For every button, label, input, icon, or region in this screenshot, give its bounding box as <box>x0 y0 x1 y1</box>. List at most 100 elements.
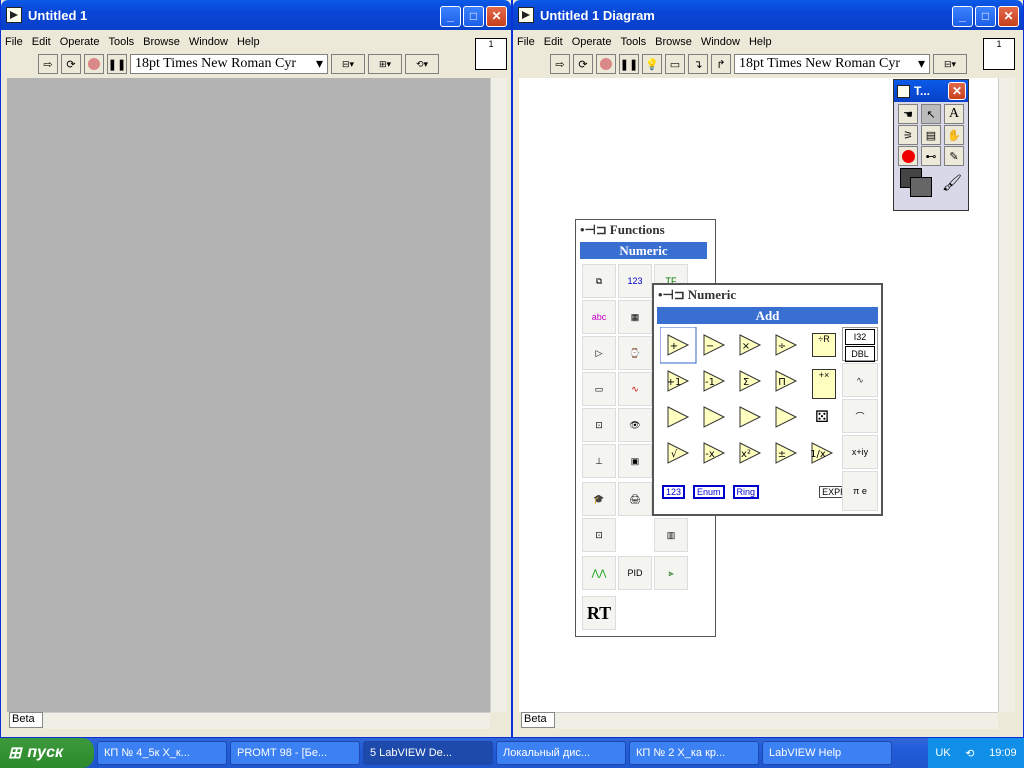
quotient-remainder-icon[interactable]: ÷R <box>812 333 836 357</box>
minimize-button[interactable]: _ <box>440 6 461 27</box>
string-category-icon[interactable]: abc <box>582 300 616 334</box>
close-button[interactable]: ✕ <box>998 6 1019 27</box>
align-objects-icon[interactable]: ⊟▾ <box>933 54 967 74</box>
taskbar-item[interactable]: КП № 4_5к Х_к... <box>97 741 227 765</box>
operate-hand-icon[interactable]: ☚ <box>898 104 918 124</box>
pushpin-icon[interactable]: •⊣⊐ <box>580 222 607 238</box>
shortcut-menu-icon[interactable]: ▤ <box>921 125 941 145</box>
front-panel-canvas[interactable] <box>7 78 490 712</box>
analyze-category-icon[interactable]: ▥ <box>654 518 688 552</box>
front-panel-vscrollbar[interactable] <box>490 78 507 712</box>
step-into-icon[interactable]: ↴ <box>688 54 708 74</box>
breakpoint-icon[interactable] <box>898 146 918 166</box>
menu-browse[interactable]: Browse <box>143 36 180 48</box>
menu-help[interactable]: Help <box>749 36 772 48</box>
signal-processing-category-icon[interactable]: ⫸ <box>654 556 688 590</box>
probe-icon[interactable]: ⊷ <box>921 146 941 166</box>
menu-window[interactable]: Window <box>701 36 740 48</box>
taskbar-item[interactable]: Локальный дис... <box>496 741 626 765</box>
color-copy-icon[interactable]: ✎ <box>944 146 964 166</box>
wiring-spool-icon[interactable]: ⚞ <box>898 125 918 145</box>
scroll-hand-icon[interactable]: ✋ <box>944 125 964 145</box>
instrument-io-category-icon[interactable]: ⊡ <box>582 408 616 442</box>
run-continuous-icon[interactable]: ⟳ <box>573 54 593 74</box>
close-button[interactable]: ✕ <box>486 6 507 27</box>
comparison-category-icon[interactable]: ▷ <box>582 336 616 370</box>
taskbar-item[interactable]: КП № 2 Х_ка кр... <box>629 741 759 765</box>
close-button[interactable]: ✕ <box>948 82 966 100</box>
menu-file[interactable]: File <box>5 36 23 48</box>
language-indicator[interactable]: UK <box>935 747 950 759</box>
run-arrow-icon[interactable]: ⇨ <box>550 54 570 74</box>
front-panel-titlebar[interactable]: Untitled 1 _ □ ✕ <box>1 0 511 30</box>
menu-operate[interactable]: Operate <box>572 36 612 48</box>
tutorial-category-icon[interactable]: 🎓 <box>582 482 616 516</box>
pid-control-category-icon[interactable]: PID <box>618 556 652 590</box>
report-generation-category-icon[interactable]: 🖨 <box>618 482 652 516</box>
functions-palette-header[interactable]: •⊣⊐ Functions <box>576 220 715 240</box>
select-vi-category-icon[interactable]: ⊡ <box>582 518 616 552</box>
numeric-palette-header[interactable]: •⊣⊐ Numeric <box>654 285 881 305</box>
pause-icon[interactable]: ❚❚ <box>107 54 127 74</box>
menu-file[interactable]: File <box>517 36 535 48</box>
conversion-subpalette[interactable]: I32 DBL <box>842 327 878 362</box>
abort-icon[interactable] <box>596 54 616 74</box>
menu-operate[interactable]: Operate <box>60 36 100 48</box>
vision-category-icon[interactable]: 👁 <box>618 408 652 442</box>
trigonometric-subpalette-icon[interactable]: ∿ <box>842 363 878 397</box>
logarithmic-subpalette-icon[interactable]: ⌒ <box>842 399 878 433</box>
step-out-icon[interactable]: ↱ <box>711 54 731 74</box>
highlight-execution-icon[interactable]: 💡 <box>642 54 662 74</box>
start-button[interactable]: ⊞ пуск <box>0 738 94 768</box>
file-io-category-icon[interactable]: ▭ <box>582 372 616 406</box>
pause-icon[interactable]: ❚❚ <box>619 54 639 74</box>
coloring-brush-icon[interactable]: 🖌 <box>942 173 962 193</box>
diagram-hscrollbar[interactable] <box>555 712 998 729</box>
reorder-icon[interactable]: ⟲▾ <box>405 54 439 74</box>
color-swatch-icon[interactable] <box>900 168 934 198</box>
tray-icon[interactable]: ⟲ <box>965 747 974 760</box>
font-selector[interactable]: 18pt Times New Roman Cyr ▾ <box>130 54 328 74</box>
menu-edit[interactable]: Edit <box>544 36 563 48</box>
communication-category-icon[interactable]: ▣ <box>618 444 652 478</box>
tools-palette-titlebar[interactable]: T... ✕ <box>894 80 968 102</box>
structures-icon[interactable]: ⧉ <box>582 264 616 298</box>
diagram-titlebar[interactable]: Untitled 1 Diagram _ □ ✕ <box>513 0 1023 30</box>
menu-window[interactable]: Window <box>189 36 228 48</box>
diagram-vscrollbar[interactable] <box>998 78 1015 712</box>
fuzzy-logic-category-icon[interactable]: ⋀⋀ <box>582 556 616 590</box>
menu-tools[interactable]: Tools <box>620 36 646 48</box>
run-arrow-icon[interactable]: ⇨ <box>38 54 58 74</box>
position-arrow-icon[interactable]: ↖ <box>921 104 941 124</box>
rt-category-icon[interactable]: RT <box>582 596 616 630</box>
menu-browse[interactable]: Browse <box>655 36 692 48</box>
menu-help[interactable]: Help <box>237 36 260 48</box>
menu-tools[interactable]: Tools <box>108 36 134 48</box>
time-dialog-category-icon[interactable]: ⌚ <box>618 336 652 370</box>
connector-pane-icon[interactable]: 1 <box>475 38 507 70</box>
compound-arithmetic-icon[interactable]: +× <box>812 369 836 399</box>
additional-constants-subpalette-icon[interactable]: π e <box>842 471 878 511</box>
minimize-button[interactable]: _ <box>952 6 973 27</box>
taskbar-item[interactable]: 5 LabVIEW De... <box>363 741 493 765</box>
numeric-category-icon[interactable]: 123 <box>618 264 652 298</box>
taskbar-item[interactable]: LabVIEW Help <box>762 741 892 765</box>
front-panel-hscrollbar[interactable] <box>43 712 490 729</box>
menu-edit[interactable]: Edit <box>32 36 51 48</box>
label-text-icon[interactable]: A <box>944 104 964 124</box>
taskbar-item[interactable]: PROMT 98 - [Бе... <box>230 741 360 765</box>
run-continuous-icon[interactable]: ⟳ <box>61 54 81 74</box>
font-selector[interactable]: 18pt Times New Roman Cyr ▾ <box>734 54 930 74</box>
numeric-constant[interactable]: 123 <box>662 485 686 499</box>
enum-constant[interactable]: Enum <box>693 485 725 499</box>
abort-icon[interactable] <box>84 54 104 74</box>
align-objects-icon[interactable]: ⊟▾ <box>331 54 365 74</box>
array-category-icon[interactable]: ▦ <box>618 300 652 334</box>
pushpin-icon[interactable]: •⊣⊐ <box>658 287 685 303</box>
maximize-button[interactable]: □ <box>975 6 996 27</box>
waveform-category-icon[interactable]: ∿ <box>618 372 652 406</box>
distribute-objects-icon[interactable]: ⊞▾ <box>368 54 402 74</box>
complex-subpalette-icon[interactable]: x+iy <box>842 435 878 469</box>
connector-pane-icon[interactable]: 1 <box>983 38 1015 70</box>
retain-wire-values-icon[interactable]: ▭ <box>665 54 685 74</box>
